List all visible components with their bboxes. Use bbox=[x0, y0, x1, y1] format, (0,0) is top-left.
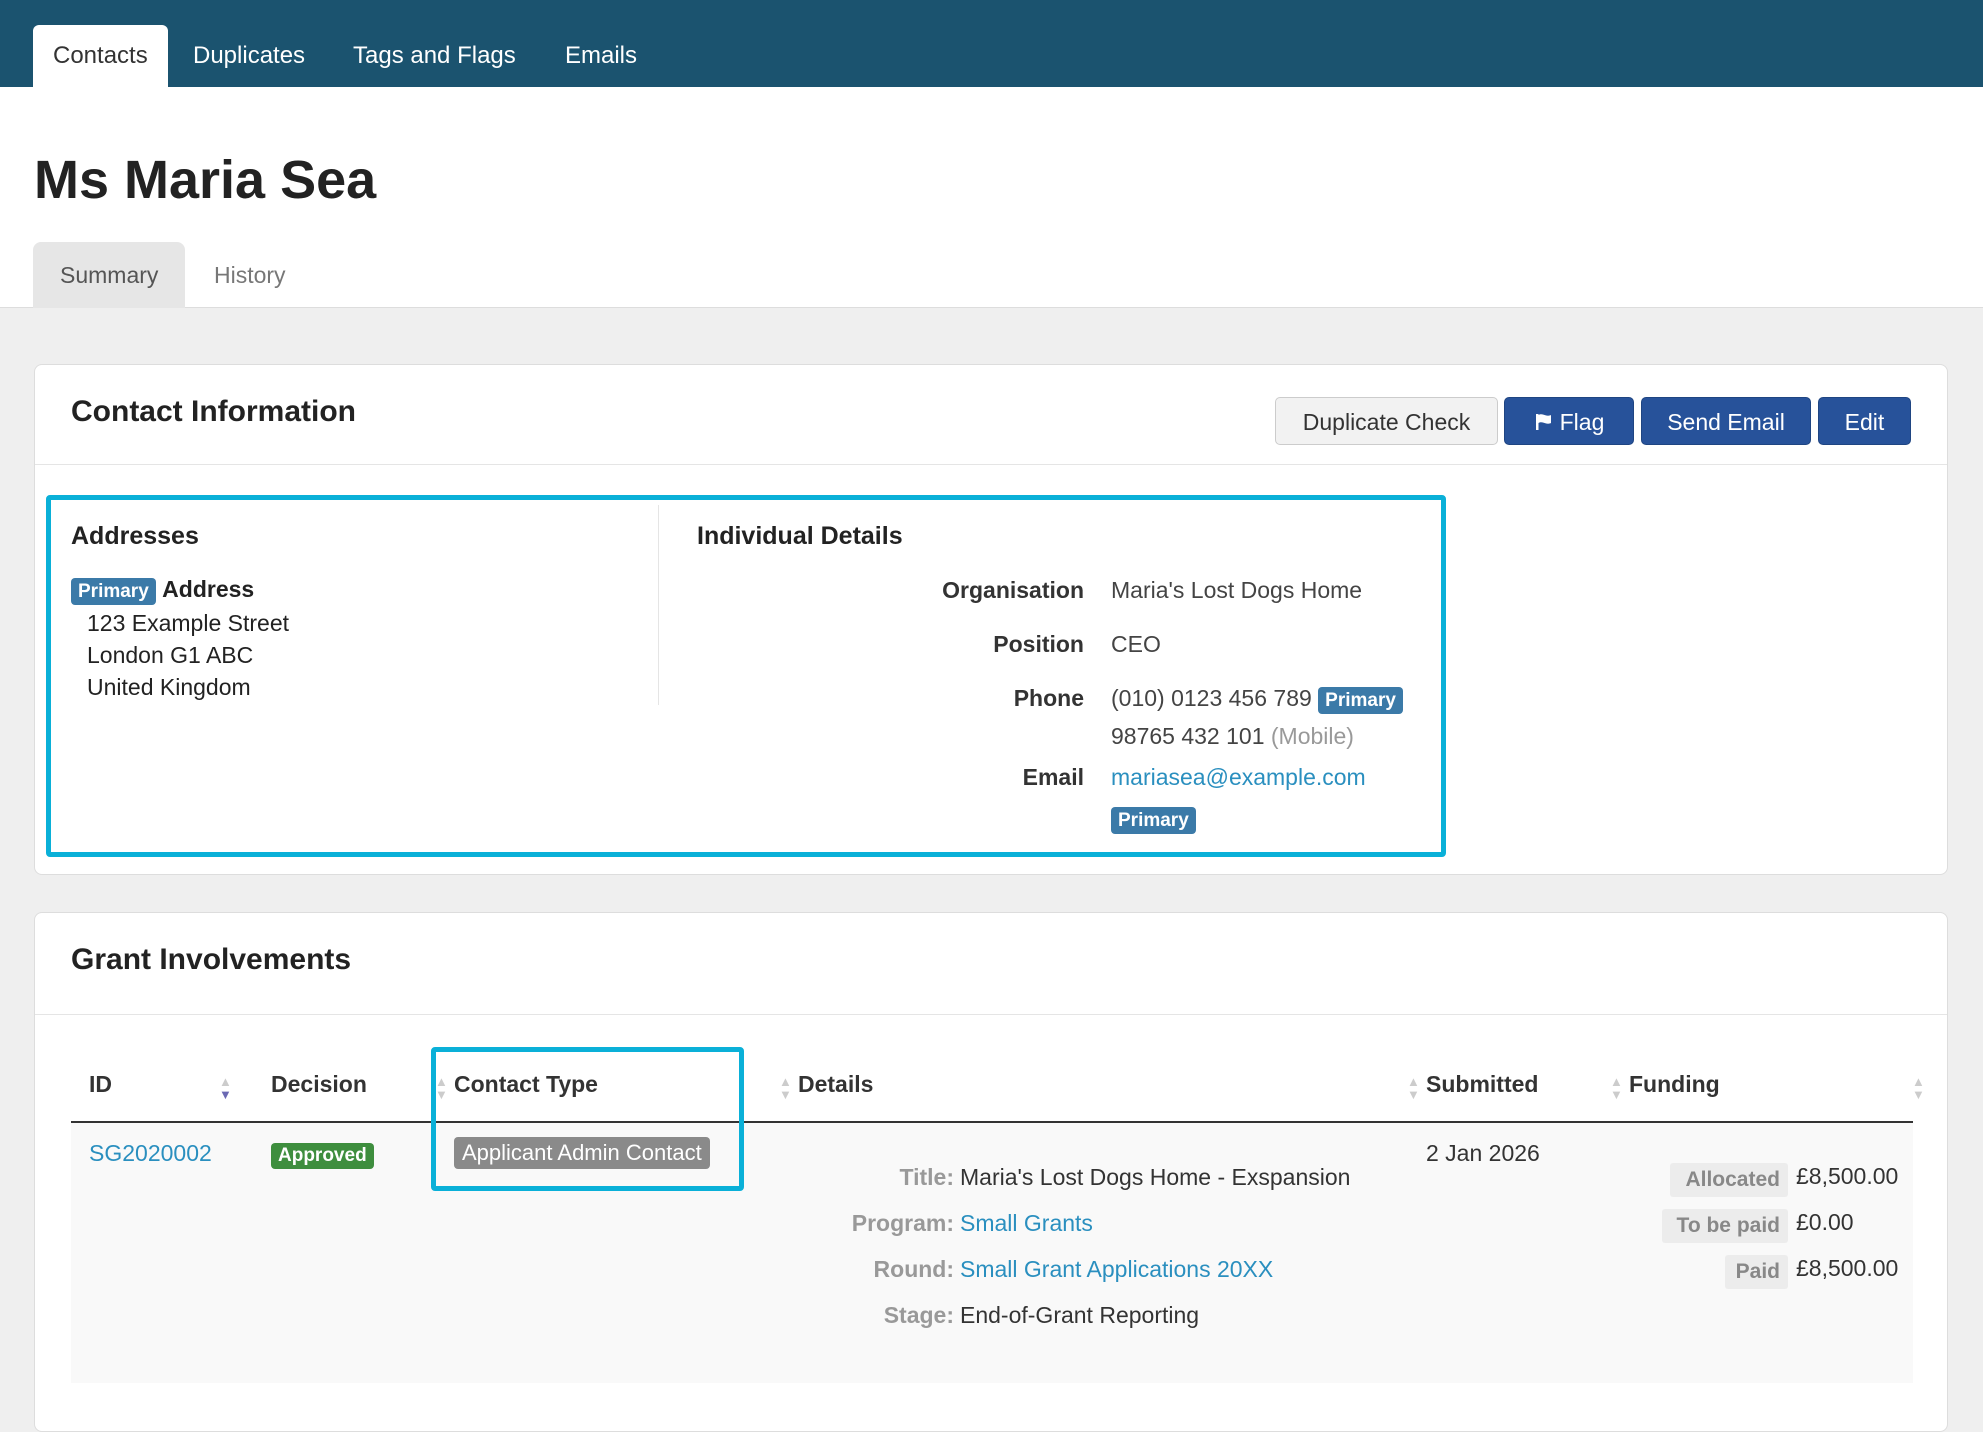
column-divider bbox=[658, 505, 659, 705]
funding-paid-label: Paid bbox=[1725, 1255, 1788, 1289]
send-email-button[interactable]: Send Email bbox=[1641, 397, 1811, 445]
funding-paid-value: £8,500.00 bbox=[1796, 1255, 1899, 1281]
funding-allocated-label: Allocated bbox=[1670, 1163, 1788, 1197]
duplicate-check-button[interactable]: Duplicate Check bbox=[1275, 397, 1498, 445]
submitted-date: 2 Jan 2026 bbox=[1426, 1140, 1540, 1166]
panel-title: Contact Information bbox=[71, 395, 356, 428]
nav-tab-tags-and-flags[interactable]: Tags and Flags bbox=[353, 25, 516, 87]
address-label: Address bbox=[162, 576, 255, 602]
position-value: CEO bbox=[1111, 631, 1161, 657]
column-header-funding[interactable]: Funding bbox=[1629, 1071, 1720, 1098]
funding-allocated-value: £8,500.00 bbox=[1796, 1163, 1899, 1189]
sort-icon[interactable]: ▲ ▼ bbox=[779, 1075, 792, 1101]
contact-information-panel: Contact Information Duplicate Check Flag… bbox=[34, 364, 1948, 875]
details-title-label: Title: bbox=[899, 1164, 954, 1190]
phone-label: Phone bbox=[1013, 685, 1084, 711]
column-header-details[interactable]: Details bbox=[798, 1071, 873, 1098]
primary-address: Primary Address bbox=[71, 576, 254, 605]
position-label: Position bbox=[993, 631, 1084, 657]
details-round-link[interactable]: Small Grant Applications 20XX bbox=[960, 1256, 1273, 1283]
edit-button[interactable]: Edit bbox=[1818, 397, 1911, 445]
address-line: United Kingdom bbox=[87, 674, 251, 700]
grant-involvements-panel: Grant Involvements ID ▲ ▼ Decision ▲ ▼ Con… bbox=[34, 912, 1948, 1432]
decision-badge: Approved bbox=[271, 1143, 374, 1169]
primary-badge: Primary bbox=[1111, 807, 1196, 834]
phone-number: 98765 432 101 bbox=[1111, 723, 1265, 749]
organisation-value: Maria's Lost Dogs Home bbox=[1111, 577, 1363, 603]
nav-tab-contacts[interactable]: Contacts bbox=[33, 25, 168, 87]
page-header: Ms Maria Sea Summary History bbox=[0, 87, 1983, 308]
table-row: SG2020002 Approved Applicant Admin Conta… bbox=[71, 1123, 1913, 1383]
page-title: Ms Maria Sea bbox=[34, 150, 377, 210]
sort-icon[interactable]: ▲ ▼ bbox=[1912, 1075, 1925, 1101]
address-line: London G1 ABC bbox=[87, 642, 254, 668]
top-nav: Contacts Duplicates Tags and Flags Email… bbox=[0, 0, 1983, 87]
nav-tab-duplicates[interactable]: Duplicates bbox=[193, 25, 305, 87]
panel-title: Grant Involvements bbox=[71, 943, 352, 976]
panel-header: Contact Information Duplicate Check Flag… bbox=[35, 365, 1947, 465]
phone-primary: (010) 0123 456 789 Primary bbox=[1111, 685, 1403, 714]
flag-icon bbox=[1534, 400, 1554, 448]
individual-details-heading: Individual Details bbox=[697, 522, 903, 550]
tab-summary[interactable]: Summary bbox=[33, 242, 186, 308]
email-primary: Primary bbox=[1111, 805, 1196, 834]
contact-type-highlight bbox=[431, 1047, 744, 1191]
details-title-value: Maria's Lost Dogs Home - Exspansion bbox=[960, 1164, 1351, 1190]
primary-badge: Primary bbox=[1318, 687, 1403, 714]
nav-tab-emails[interactable]: Emails bbox=[565, 25, 637, 87]
details-stage-label: Stage: bbox=[883, 1302, 954, 1328]
details-round-label: Round: bbox=[873, 1256, 954, 1282]
flag-button[interactable]: Flag bbox=[1504, 397, 1634, 445]
organisation-label: Organisation bbox=[942, 577, 1084, 603]
column-header-submitted[interactable]: Submitted bbox=[1426, 1071, 1538, 1098]
phone-type: (Mobile) bbox=[1270, 723, 1354, 749]
phone-number: (010) 0123 456 789 bbox=[1111, 685, 1312, 711]
details-program-label: Program: bbox=[851, 1210, 954, 1236]
sort-icon[interactable]: ▲ ▼ bbox=[1610, 1075, 1623, 1101]
email-link[interactable]: mariasea@example.com bbox=[1111, 764, 1366, 791]
grant-id-link[interactable]: SG2020002 bbox=[89, 1140, 212, 1167]
primary-badge: Primary bbox=[71, 578, 156, 605]
address-line: 123 Example Street bbox=[87, 610, 290, 636]
details-stage-value: End-of-Grant Reporting bbox=[960, 1302, 1200, 1328]
funding-to-be-paid-label: To be paid bbox=[1662, 1209, 1788, 1243]
column-header-id[interactable]: ID bbox=[89, 1071, 112, 1098]
address-lines: 123 Example Street London G1 ABC United … bbox=[87, 607, 289, 703]
sort-icon[interactable]: ▲ ▼ bbox=[219, 1075, 232, 1101]
email-label: Email bbox=[1022, 764, 1084, 790]
table-header: ID ▲ ▼ Decision ▲ ▼ Contact Type ▲ ▼ Detail… bbox=[71, 1071, 1925, 1123]
tab-history[interactable]: History bbox=[214, 242, 286, 308]
flag-label: Flag bbox=[1559, 409, 1605, 435]
funding-to-be-paid-value: £0.00 bbox=[1796, 1209, 1854, 1235]
details-program-link[interactable]: Small Grants bbox=[960, 1210, 1093, 1237]
sort-icon[interactable]: ▲ ▼ bbox=[1407, 1075, 1420, 1101]
addresses-heading: Addresses bbox=[71, 522, 199, 550]
column-header-decision[interactable]: Decision bbox=[271, 1071, 367, 1098]
phone-mobile: 98765 432 101 (Mobile) bbox=[1111, 723, 1354, 750]
panel-header: Grant Involvements bbox=[35, 913, 1947, 1015]
